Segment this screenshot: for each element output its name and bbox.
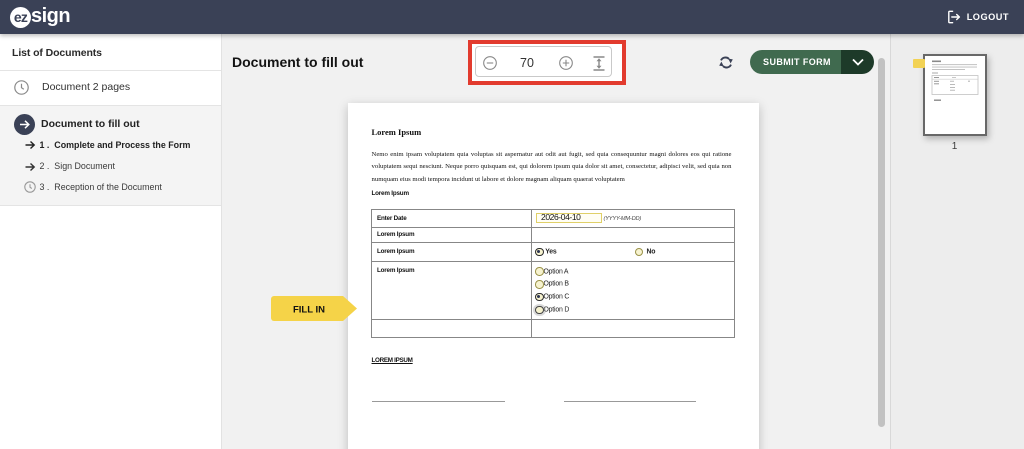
svg-text:FILL IN: FILL IN [293,304,325,315]
